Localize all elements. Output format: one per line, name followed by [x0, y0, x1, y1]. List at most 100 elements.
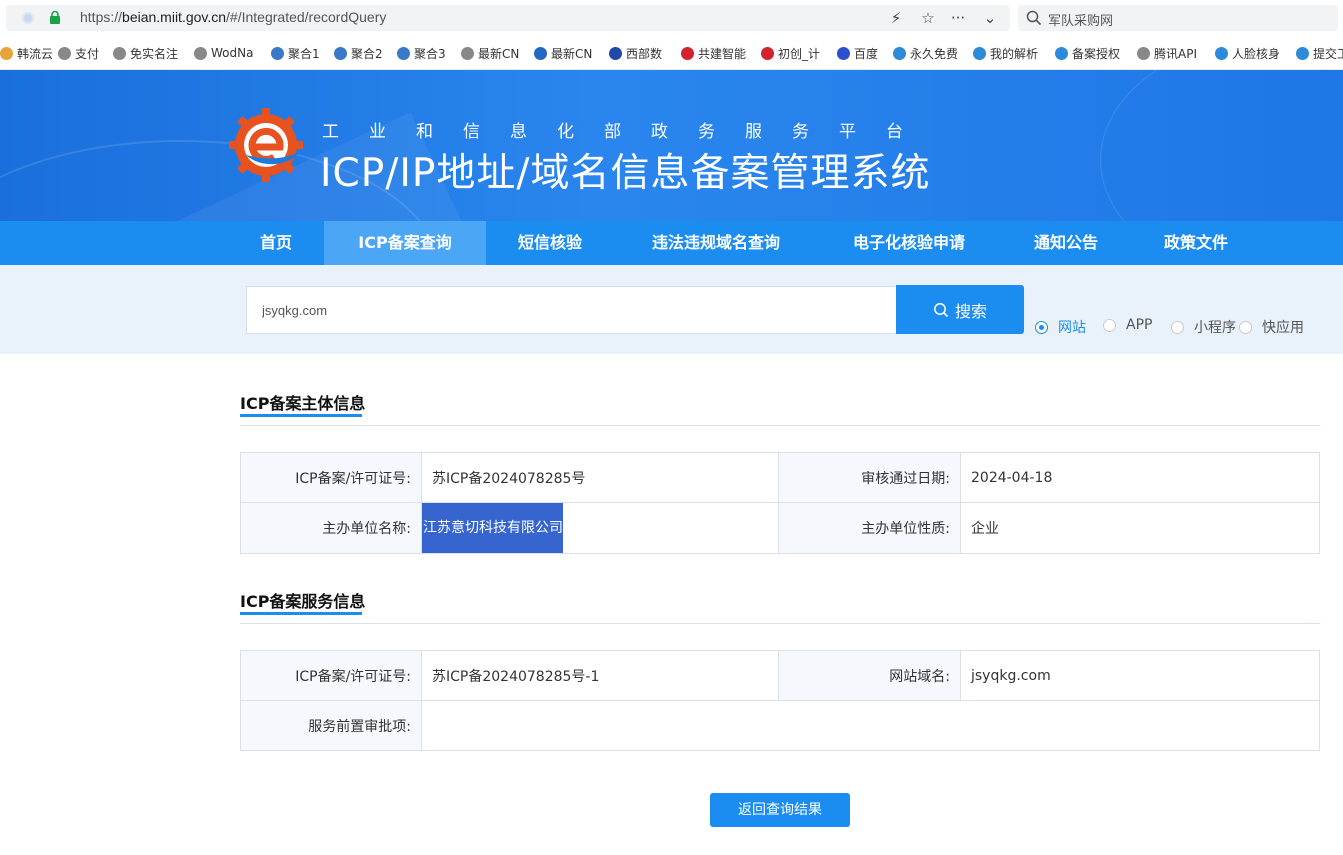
bookmark-favicon-icon [893, 46, 906, 60]
domain-label: 网站域名: [778, 650, 961, 701]
radio-dot [1239, 320, 1252, 334]
bookmark-item[interactable]: 最新CN [534, 45, 592, 61]
section-divider [240, 623, 1320, 624]
bookmark-label: 聚合2 [351, 46, 383, 61]
radio-app[interactable]: APP [1103, 317, 1152, 333]
radio-label: 小程序 [1194, 320, 1236, 336]
bookmark-label: 初创_计 [778, 46, 821, 61]
org-name-value[interactable]: 江苏意切科技有限公司 [422, 503, 563, 553]
bookmark-favicon-icon [1137, 46, 1150, 60]
bookmark-item[interactable]: 提交工 [1296, 45, 1343, 61]
bookmark-item[interactable]: 初创_计 [761, 45, 820, 61]
search-icon [934, 302, 949, 317]
bookmark-item[interactable]: 百度 [837, 45, 878, 61]
pre-approval-label: 服务前置审批项: [240, 700, 422, 751]
bookmark-item[interactable]: 最新CN [461, 45, 519, 61]
org-type-value: 企业 [960, 502, 1320, 554]
subject-info-table: ICP备案/许可证号: 苏ICP备2024078285号 审核通过日期: 202… [240, 452, 1320, 554]
page-title: ICP/IP地址/域名信息备案管理系统 [320, 151, 931, 196]
bookmark-label: 提交工 [1313, 46, 1343, 61]
nav-item-illegal-domain[interactable]: 违法违规域名查询 [614, 221, 818, 265]
radio-quick-app[interactable]: 快应用 [1239, 317, 1304, 337]
bookmark-item[interactable]: 永久免费 [893, 45, 958, 61]
radio-dot [1035, 320, 1048, 334]
bookmark-favicon-icon [534, 46, 547, 60]
bookmark-favicon-icon [397, 46, 410, 60]
org-type-label: 主办单位性质: [778, 502, 961, 554]
bookmark-favicon-icon [194, 46, 207, 60]
bookmark-item[interactable]: 免实名注 [113, 45, 178, 61]
flash-icon[interactable]: ⚡ [886, 8, 906, 28]
header-subtitle: 工业和信息化部政务服务平台 [322, 122, 933, 142]
nav-item-policy[interactable]: 政策文件 [1132, 221, 1260, 265]
chevron-down-icon[interactable]: ⌄ [980, 8, 1000, 28]
bookmark-favicon-icon [609, 46, 622, 60]
org-name-cell: 江苏意切科技有限公司 [421, 502, 779, 554]
nav-item-e-verify[interactable]: 电子化核验申请 [818, 221, 1000, 265]
domain-value: jsyqkg.com [960, 650, 1320, 701]
license-value: 苏ICP备2024078285号-1 [421, 650, 779, 701]
radio-mini-program[interactable]: 小程序 [1171, 317, 1236, 337]
bookmark-label: 百度 [854, 46, 879, 61]
bookmark-favicon-icon [334, 46, 347, 60]
browser-search-text: 军队采购网 [1048, 14, 1114, 29]
bookmark-label: 韩流云 [17, 46, 54, 61]
bookmark-item[interactable]: 聚合2 [334, 45, 383, 61]
nav-item-home[interactable]: 首页 [228, 221, 324, 265]
pre-approval-value [421, 700, 1320, 751]
bookmark-item[interactable]: 腾讯API [1137, 45, 1197, 61]
service-info-table: ICP备案/许可证号: 苏ICP备2024078285号-1 网站域名: jsy… [240, 650, 1320, 751]
bookmark-item[interactable]: 支付 [58, 45, 99, 61]
more-icon[interactable]: ··· [948, 8, 968, 28]
site-info-icon[interactable] [22, 12, 34, 24]
bookmark-favicon-icon [837, 46, 850, 60]
search-input[interactable] [247, 287, 896, 333]
url-text[interactable]: https://beian.miit.gov.cn/#/Integrated/r… [80, 9, 386, 25]
table-row: ICP备案/许可证号: 苏ICP备2024078285号-1 网站域名: jsy… [240, 650, 1320, 701]
bookmark-label: WodNa [211, 46, 254, 60]
back-to-results-button[interactable]: 返回查询结果 [710, 793, 850, 827]
radio-label: 网站 [1058, 320, 1086, 336]
radio-website[interactable]: 网站 [1035, 317, 1086, 337]
browser-search-box[interactable]: 军队采购网 [1018, 5, 1338, 31]
bookmark-item[interactable]: 韩流云 [0, 45, 53, 61]
bookmark-item[interactable]: 人脸核身 [1215, 45, 1280, 61]
bookmark-item[interactable]: WodNa [194, 45, 253, 61]
table-row: ICP备案/许可证号: 苏ICP备2024078285号 审核通过日期: 202… [240, 452, 1320, 503]
search-box [246, 286, 896, 334]
bookmark-label: 共建智能 [698, 46, 747, 61]
section-underline [240, 414, 362, 417]
bookmark-favicon-icon [271, 46, 284, 60]
radio-dot [1171, 320, 1184, 334]
star-icon[interactable]: ☆ [918, 8, 938, 28]
bookmark-item[interactable]: 我的解析 [973, 45, 1038, 61]
bookmark-item[interactable]: 共建智能 [681, 45, 746, 61]
approve-date-label: 审核通过日期: [778, 452, 961, 503]
bookmark-label: 最新CN [551, 46, 593, 61]
banner-decoration [1100, 70, 1343, 221]
search-button[interactable]: 搜索 [896, 285, 1024, 334]
bookmark-favicon-icon [113, 46, 126, 60]
table-row: 服务前置审批项: [240, 700, 1320, 751]
radio-dot [1103, 318, 1116, 332]
bookmark-item[interactable]: 西部数 [609, 45, 662, 61]
bookmark-label: 最新CN [478, 46, 520, 61]
bookmark-favicon-icon [58, 46, 71, 60]
bookmark-label: 西部数 [626, 46, 663, 61]
bookmark-favicon-icon [973, 46, 986, 60]
bookmark-label: 永久免费 [910, 46, 959, 61]
radio-label: APP [1126, 317, 1153, 333]
nav-item-notices[interactable]: 通知公告 [1000, 221, 1132, 265]
bookmark-label: 腾讯API [1154, 46, 1197, 61]
miit-logo-icon [229, 108, 303, 182]
bookmark-item[interactable]: 聚合1 [271, 45, 320, 61]
bookmark-label: 支付 [75, 46, 100, 61]
search-icon [1026, 10, 1042, 26]
browser-address-bar: https://beian.miit.gov.cn/#/Integrated/r… [0, 0, 1343, 36]
org-name-label: 主办单位名称: [240, 502, 422, 554]
bookmark-item[interactable]: 备案授权 [1055, 45, 1120, 61]
main-nav: 首页 ICP备案查询 短信核验 违法违规域名查询 电子化核验申请 通知公告 政策… [0, 221, 1343, 265]
nav-item-sms-verify[interactable]: 短信核验 [486, 221, 614, 265]
bookmark-item[interactable]: 聚合3 [397, 45, 446, 61]
nav-item-icp-query[interactable]: ICP备案查询 [324, 221, 486, 265]
